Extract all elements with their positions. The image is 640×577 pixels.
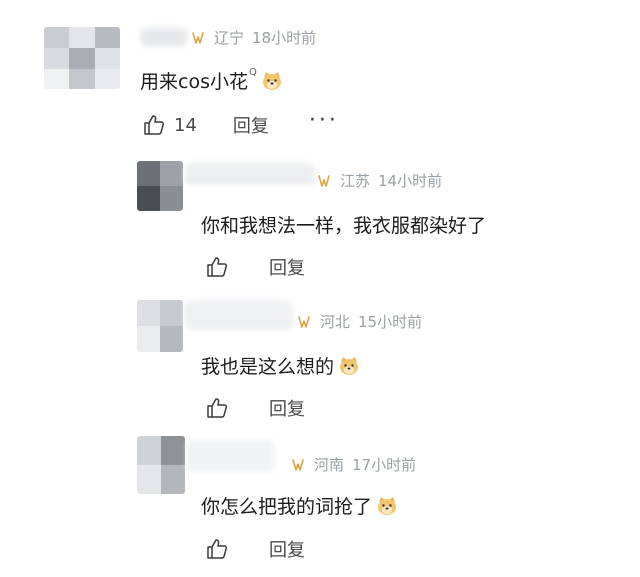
username-blurred[interactable] [185,163,315,185]
comment-actions: 14 回复 ··· [142,110,339,138]
thumbs-up-icon [207,539,228,559]
reply-button[interactable]: 回复 [233,112,269,138]
comment-meta: 辽宁 18小时前 [190,27,316,48]
thumbs-up-icon [144,115,165,135]
location: 河南 [314,456,345,474]
thumbs-up-icon [207,398,228,418]
location: 江苏 [340,172,371,190]
reply-button[interactable]: 回复 [269,395,305,421]
comment-4: 河南 17小时前 你怎么把我的词抢了 回复 [0,430,640,577]
comment-2: 江苏 14小时前 你和我想法一样，我衣服都染好了 回复 [0,150,640,290]
thumbs-up-icon [207,257,228,277]
timestamp: 17小时前 [352,456,417,474]
reply-button[interactable]: 回复 [269,536,305,562]
comment-meta: 江苏 14小时前 [316,170,442,191]
comment-actions: 回复 [205,395,305,421]
comment-actions: 回复 [205,536,305,562]
like-button[interactable] [205,537,229,561]
doge-emoji-icon [262,71,281,90]
like-button[interactable]: 14 [142,113,197,137]
avatar[interactable] [137,161,183,211]
like-button[interactable] [205,255,229,279]
username-blurred[interactable] [140,28,188,46]
comment-text: 我也是这么想的 [201,352,360,379]
avatar[interactable] [137,300,183,352]
comment-3: 河北 15小时前 我也是这么想的 回复 [0,290,640,430]
vip-badge-icon [298,315,310,328]
comment-actions: 回复 [205,254,305,280]
comment-meta: 河南 17小时前 [290,454,416,475]
comment-text: 用来cos小花 Q [140,67,283,94]
location: 河北 [320,313,351,331]
comment-1: 辽宁 18小时前 用来cos小花 Q 14 回复 ··· [0,0,640,150]
comment-meta: 河北 15小时前 [296,311,422,332]
username-blurred[interactable] [185,300,293,330]
avatar[interactable] [44,27,120,89]
location: 辽宁 [214,29,245,47]
vip-badge-icon [192,31,204,44]
avatar[interactable] [137,436,185,494]
username-blurred[interactable] [187,440,275,472]
vip-badge-icon [318,174,330,187]
more-options-button[interactable]: ··· [309,110,339,132]
vip-badge-icon [292,458,304,471]
doge-emoji-icon [378,496,397,515]
comment-text: 你和我想法一样，我衣服都染好了 [201,215,487,237]
timestamp: 18小时前 [252,29,317,47]
like-button[interactable] [205,396,229,420]
timestamp: 14小时前 [378,172,443,190]
like-count: 14 [174,114,197,136]
superscript-mark: Q [248,67,257,78]
reply-button[interactable]: 回复 [269,254,305,280]
doge-emoji-icon [340,356,359,375]
comment-text: 你怎么把我的词抢了 [201,492,398,519]
timestamp: 15小时前 [358,313,423,331]
